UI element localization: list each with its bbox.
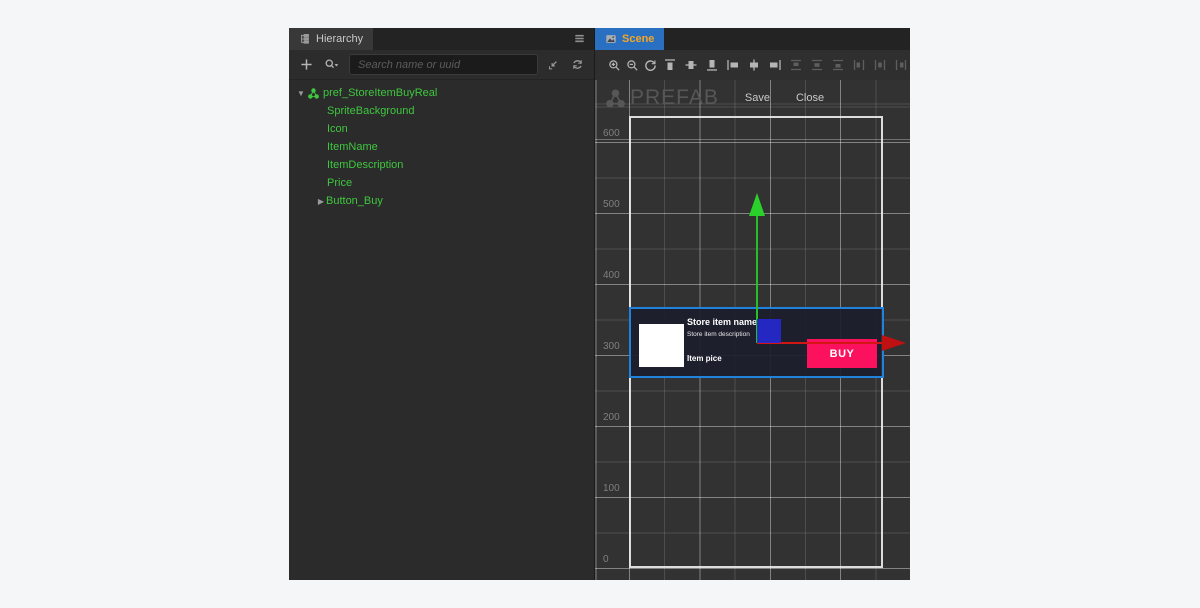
- store-item-name-label[interactable]: Store item name: [687, 317, 757, 327]
- tree-node[interactable]: Price: [289, 174, 594, 192]
- refresh-icon[interactable]: [568, 56, 586, 74]
- search-field-wrap: [349, 54, 538, 75]
- tree-node[interactable]: ItemName: [289, 138, 594, 156]
- tree-node-button-buy[interactable]: ▶ Button_Buy: [289, 192, 594, 210]
- tab-hierarchy[interactable]: Hierarchy: [289, 28, 374, 50]
- collapse-all-icon[interactable]: [544, 56, 562, 74]
- prefab-icon: [307, 87, 320, 100]
- panel-menu-icon[interactable]: [573, 32, 586, 45]
- tree-node-root[interactable]: ▼ pref_StoreItemBuyReal: [289, 84, 594, 102]
- align-left-icon[interactable]: [724, 56, 742, 74]
- store-item-icon-sprite[interactable]: [639, 324, 684, 367]
- distribute-bottom-icon[interactable]: [829, 56, 847, 74]
- tab-scene[interactable]: Scene: [595, 28, 665, 50]
- scene-panel: Scene 600 500 400 300 200 100 0 PREFAB S…: [594, 28, 910, 580]
- gizmo-xy-plane-handle[interactable]: [757, 319, 781, 343]
- prefab-mode-label: PREFAB: [630, 86, 719, 109]
- scene-image-icon: [605, 33, 617, 45]
- editor-window: Hierarchy Search name or uuid ▼ pref_Sto…: [289, 28, 910, 580]
- tree-node-label: Icon: [327, 123, 348, 135]
- tree-node-label: pref_StoreItemBuyReal: [323, 87, 438, 99]
- gizmo-y-axis-arrow[interactable]: [749, 193, 765, 216]
- caret-collapsed-icon[interactable]: ▶: [316, 197, 326, 206]
- align-vertical-center-icon[interactable]: [682, 56, 700, 74]
- search-input[interactable]: [349, 54, 538, 75]
- prefab-header-icon: [604, 87, 627, 110]
- hierarchy-panel: Hierarchy Search name or uuid ▼ pref_Sto…: [289, 28, 594, 580]
- tree-node[interactable]: ItemDescription: [289, 156, 594, 174]
- ruler-label: 600: [603, 128, 620, 139]
- hierarchy-tree: ▼ pref_StoreItemBuyReal SpriteBackground…: [289, 80, 594, 580]
- scene-toolbar: [595, 50, 910, 80]
- scene-tabbar: Scene: [595, 28, 910, 50]
- store-item-description-label[interactable]: Store item description: [687, 331, 750, 338]
- hierarchy-tabbar: Hierarchy: [289, 28, 594, 50]
- store-item-price-label[interactable]: Item pice: [687, 354, 722, 363]
- hierarchy-toolbar: [289, 50, 594, 80]
- ruler-label: 500: [603, 199, 620, 210]
- tree-node-label: Price: [327, 177, 353, 189]
- zoom-in-icon[interactable]: [607, 56, 622, 74]
- tree-node-label: SpriteBackground: [327, 105, 415, 117]
- ruler-label: 400: [603, 270, 620, 281]
- distribute-vertical-center-icon[interactable]: [808, 56, 826, 74]
- reset-view-icon[interactable]: [643, 56, 658, 74]
- hierarchy-tree-icon: [299, 33, 311, 45]
- tree-node-label: Button_Buy: [326, 195, 383, 207]
- ruler-label: 100: [603, 483, 620, 494]
- align-bottom-icon[interactable]: [703, 56, 721, 74]
- tree-node-label: ItemDescription: [327, 159, 404, 171]
- add-node-icon[interactable]: [297, 56, 315, 74]
- hierarchy-tab-label: Hierarchy: [316, 33, 364, 45]
- align-right-icon[interactable]: [766, 56, 784, 74]
- tree-node-label: ItemName: [327, 141, 378, 153]
- tree-node[interactable]: Icon: [289, 120, 594, 138]
- ruler-label: 200: [603, 412, 620, 423]
- tree-node[interactable]: SpriteBackground: [289, 102, 594, 120]
- ruler-label: 0: [603, 554, 609, 565]
- ruler-label: 300: [603, 341, 620, 352]
- align-top-icon[interactable]: [661, 56, 679, 74]
- distribute-horizontal-center-icon[interactable]: [871, 56, 889, 74]
- caret-expanded-icon[interactable]: ▼: [296, 89, 306, 98]
- distribute-top-icon[interactable]: [787, 56, 805, 74]
- close-button[interactable]: Close: [796, 92, 824, 104]
- scene-tab-label: Scene: [622, 33, 655, 45]
- save-button[interactable]: Save: [745, 92, 770, 104]
- zoom-out-icon[interactable]: [625, 56, 640, 74]
- search-filter-icon[interactable]: [321, 56, 343, 74]
- distribute-right-icon[interactable]: [892, 56, 910, 74]
- align-horizontal-center-icon[interactable]: [745, 56, 763, 74]
- prefab-edit-header: PREFAB Save Close: [604, 86, 824, 110]
- distribute-left-icon[interactable]: [850, 56, 868, 74]
- gizmo-x-axis-arrow[interactable]: [882, 335, 906, 351]
- scene-viewport[interactable]: 600 500 400 300 200 100 0 PREFAB Save Cl…: [595, 80, 910, 580]
